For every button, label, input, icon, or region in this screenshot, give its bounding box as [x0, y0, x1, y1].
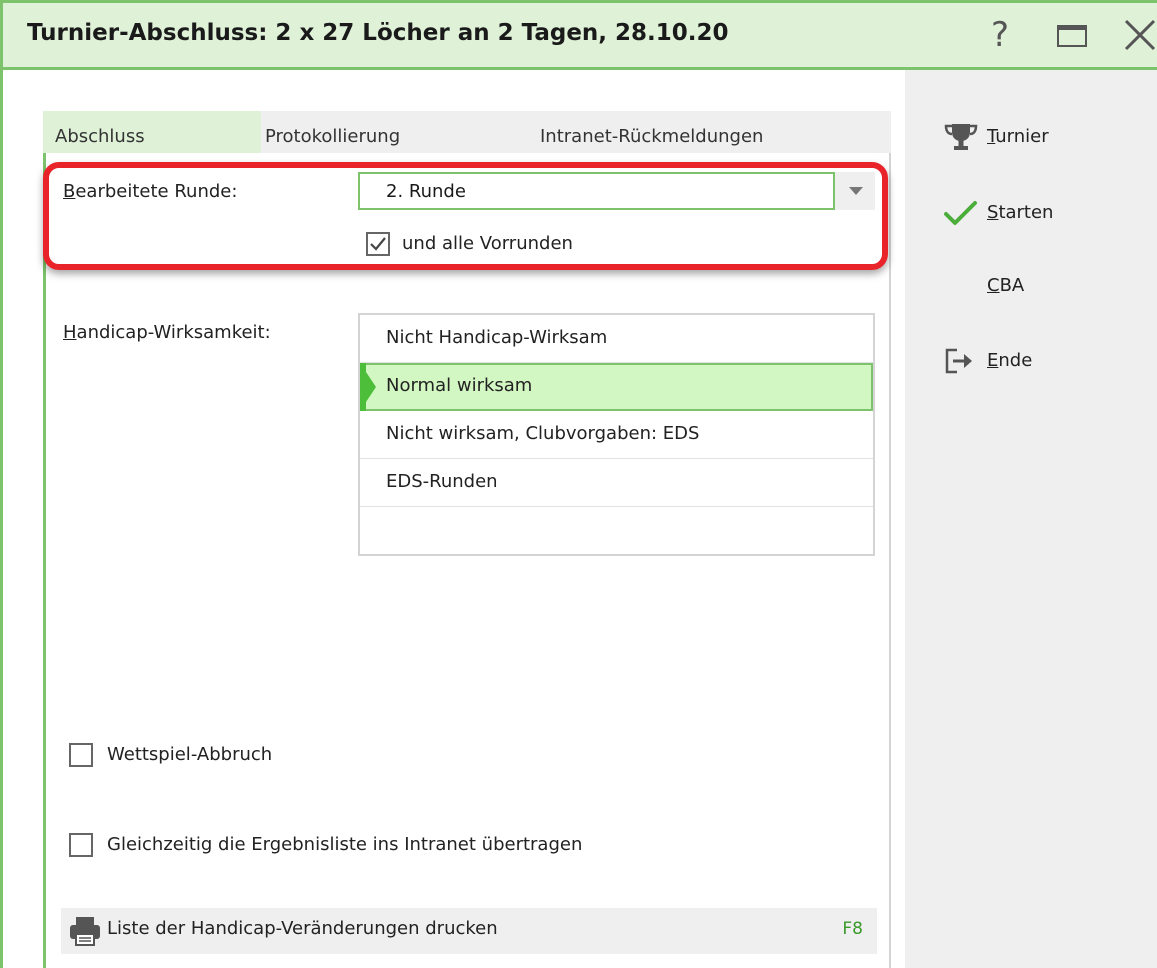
action-pane: Turnier Starten CBA Ende	[905, 70, 1157, 968]
list-item[interactable]: Nicht Handicap-Wirksam	[360, 315, 873, 363]
print-label: Liste der Handicap-Veränderungen drucken	[107, 918, 498, 939]
print-handicap-button[interactable]: Liste der Handicap-Veränderungen drucken…	[61, 908, 877, 954]
checkmark-icon	[943, 196, 979, 230]
printer-icon	[67, 915, 103, 947]
tab-protokollierung[interactable]: Protokollierung	[265, 111, 400, 153]
exit-icon	[943, 344, 979, 378]
abort-label: Wettspiel-Abbruch	[107, 744, 273, 765]
tab-intranet[interactable]: Intranet-Rückmeldungen	[540, 111, 763, 153]
list-item-selected[interactable]: Normal wirksam	[360, 363, 873, 411]
trophy-icon	[943, 120, 979, 154]
intranet-label: Gleichzeitig die Ergebnisliste ins Intra…	[107, 834, 583, 855]
tab-abschluss[interactable]: Abschluss	[43, 111, 261, 153]
abort-checkbox[interactable]	[69, 743, 93, 767]
highlight-annotation	[43, 162, 888, 270]
tab-strip: Abschluss Protokollierung Intranet-Rückm…	[43, 111, 891, 153]
list-item[interactable]: Nicht wirksam, Clubvorgaben: EDS	[360, 411, 873, 459]
selection-arrow	[360, 363, 376, 411]
close-icon[interactable]	[1118, 13, 1157, 57]
handicap-label: Handicap-Wirksamkeit:	[63, 322, 271, 343]
list-item[interactable]	[360, 507, 873, 555]
title-bar: Turnier-Abschluss: 2 x 27 Löcher an 2 Ta…	[3, 0, 1157, 70]
list-item[interactable]: EDS-Runden	[360, 459, 873, 507]
intranet-checkbox[interactable]	[69, 833, 93, 857]
handicap-listbox: Nicht Handicap-Wirksam Normal wirksam Ni…	[358, 313, 875, 556]
dialog-window: Turnier-Abschluss: 2 x 27 Löcher an 2 Ta…	[0, 0, 1157, 968]
window-title: Turnier-Abschluss: 2 x 27 Löcher an 2 Ta…	[27, 20, 729, 46]
maximize-icon[interactable]	[1051, 13, 1095, 57]
shortcut-badge: F8	[842, 919, 863, 939]
help-icon[interactable]: ?	[978, 13, 1022, 57]
